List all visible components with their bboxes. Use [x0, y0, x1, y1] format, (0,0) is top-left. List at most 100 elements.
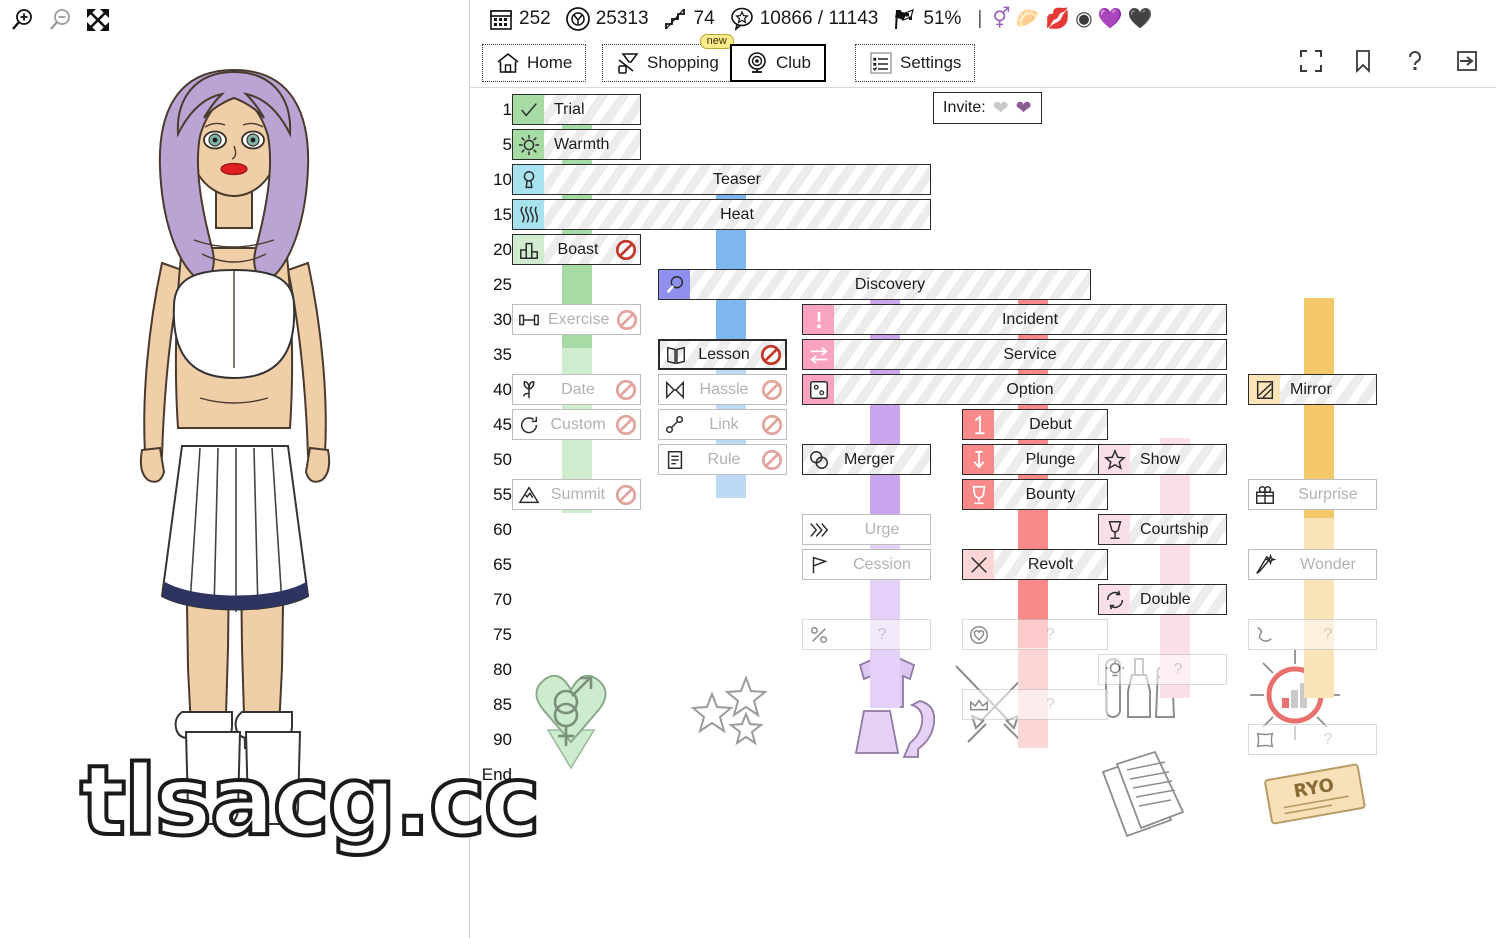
skill-node-unknown-1[interactable]: ?	[802, 619, 931, 650]
skill-node-label: Rule	[707, 450, 741, 468]
skill-node-label: Boast	[557, 240, 599, 258]
skill-node-exercise[interactable]: Exercise	[512, 304, 641, 335]
bar-chart-icon	[513, 235, 544, 264]
skill-node-merger[interactable]: Merger	[802, 444, 931, 475]
webcam-icon	[745, 51, 769, 75]
no-entry-icon	[758, 379, 786, 401]
skill-node-hassle[interactable]: Hassle	[658, 374, 787, 405]
skill-node-show[interactable]: Show	[1098, 444, 1227, 475]
skill-node-summit[interactable]: Summit	[512, 479, 641, 510]
skill-node-unknown-4[interactable]: ?	[1098, 654, 1227, 685]
mountain-icon	[513, 480, 544, 509]
skill-node-incident[interactable]: Incident	[802, 304, 1227, 335]
magnifier-plus-icon[interactable]	[6, 4, 38, 36]
skill-node-option[interactable]: Option	[802, 374, 1227, 405]
skill-node-discovery[interactable]: Discovery	[658, 269, 1091, 300]
camera-lens-icon[interactable]: ◉	[1075, 9, 1092, 29]
no-entry-icon	[612, 484, 640, 506]
black-heart-icon[interactable]: 🖤	[1128, 9, 1153, 29]
skill-node-debut[interactable]: Debut	[962, 409, 1108, 440]
target-icon	[565, 6, 591, 32]
heart-outline-icon	[963, 620, 994, 649]
tier-label-15: 15	[493, 205, 512, 224]
connector-bar	[1304, 518, 1334, 698]
skill-node-urge[interactable]: Urge	[802, 514, 931, 545]
skill-node-custom[interactable]: Custom	[512, 409, 641, 440]
skill-node-label: Mirror	[1290, 380, 1332, 398]
mirror-icon	[1249, 375, 1280, 404]
nav-settings-label: Settings	[900, 53, 962, 72]
skill-node-double[interactable]: Double	[1098, 584, 1227, 615]
exclamation-icon	[803, 305, 834, 334]
help-icon[interactable]	[1400, 46, 1430, 76]
no-entry-icon	[612, 239, 640, 261]
stat-target: 25313	[565, 6, 649, 32]
breasts-icon[interactable]: 🥟	[1015, 9, 1040, 29]
skill-node-bounty[interactable]: Bounty	[962, 479, 1108, 510]
flag-icon	[803, 550, 834, 579]
no-entry-icon	[757, 344, 785, 366]
tier-label-55: 55	[493, 485, 512, 504]
stat-star-bubble: 10866 / 11143	[729, 6, 879, 32]
skill-node-service[interactable]: Service	[802, 339, 1227, 370]
skill-node-label: Urge	[864, 520, 900, 538]
skill-node-unknown-6[interactable]: ?	[1248, 724, 1377, 755]
venus-mars-icon[interactable]: ⚥	[992, 9, 1010, 29]
skill-node-unknown-5[interactable]: ?	[962, 689, 1108, 720]
lipstick-kiss-icon[interactable]: 💋	[1045, 9, 1070, 29]
skill-node-trial[interactable]: Trial	[512, 94, 641, 125]
skill-node-wonder[interactable]: Wonder	[1248, 549, 1377, 580]
skill-node-teaser[interactable]: Teaser	[512, 164, 931, 195]
magnifier-icon	[659, 270, 690, 299]
nav-club[interactable]: Club	[730, 44, 826, 82]
skill-node-cession[interactable]: Cession	[802, 549, 931, 580]
nav-home[interactable]: Home	[482, 44, 587, 82]
stat-star-bubble-value: 10866 / 11143	[759, 8, 879, 29]
skill-node-warmth[interactable]: Warmth	[512, 129, 641, 160]
nav-settings[interactable]: Settings	[855, 44, 976, 82]
toolbar-right-icons	[1296, 46, 1482, 76]
skill-node-lesson[interactable]: Lesson	[658, 339, 787, 370]
logout-icon[interactable]	[1452, 46, 1482, 76]
crown-icon	[963, 690, 994, 719]
nav-shopping[interactable]: new Shopping	[602, 34, 734, 82]
flower-icon	[513, 375, 544, 404]
number-one-icon	[963, 410, 994, 439]
skill-node-mirror[interactable]: Mirror	[1248, 374, 1377, 405]
skill-node-label: Incident	[1001, 310, 1059, 328]
bookmark-icon[interactable]	[1348, 46, 1378, 76]
skill-node-boast[interactable]: Boast	[512, 234, 641, 265]
hourglass-icon	[659, 375, 690, 404]
expand-arrows-icon[interactable]	[82, 4, 114, 36]
skill-node-link[interactable]: Link	[658, 409, 787, 440]
percent-icon	[803, 620, 834, 649]
skill-node-unknown-2[interactable]: ?	[962, 619, 1108, 650]
skill-node-heat[interactable]: Heat	[512, 199, 931, 230]
magic-wand-icon	[1249, 550, 1280, 579]
chevrons-icon	[803, 515, 834, 544]
skill-node-surprise[interactable]: Surprise	[1248, 479, 1377, 510]
venn-icon	[803, 445, 834, 474]
sun-icon	[513, 130, 544, 159]
fullscreen-icon[interactable]	[1296, 46, 1326, 76]
skill-node-label: ?	[877, 625, 887, 643]
skill-node-label: Option	[1006, 380, 1054, 398]
skill-node-courtship[interactable]: Courtship	[1098, 514, 1227, 545]
skill-node-label: Teaser	[712, 170, 762, 188]
skill-node-revolt[interactable]: Revolt	[962, 549, 1108, 580]
book-icon	[660, 341, 691, 368]
skill-node-plunge[interactable]: Plunge	[962, 444, 1108, 475]
magnifier-minus-icon[interactable]	[44, 4, 76, 36]
recycle-icon	[1099, 585, 1130, 614]
no-entry-icon	[612, 379, 640, 401]
skill-node-label: Heat	[720, 205, 754, 223]
purple-heart-icon[interactable]: 💜	[1098, 9, 1123, 29]
skill-node-rule[interactable]: Rule	[658, 444, 787, 475]
skill-node-label: Cession	[853, 555, 911, 573]
calendar-icon	[488, 6, 514, 32]
skill-node-label: Surprise	[1298, 485, 1358, 503]
dumbbell-icon	[513, 305, 544, 334]
dice-icon	[803, 375, 834, 404]
skill-node-unknown-3[interactable]: ?	[1248, 619, 1377, 650]
skill-node-date[interactable]: Date	[512, 374, 641, 405]
